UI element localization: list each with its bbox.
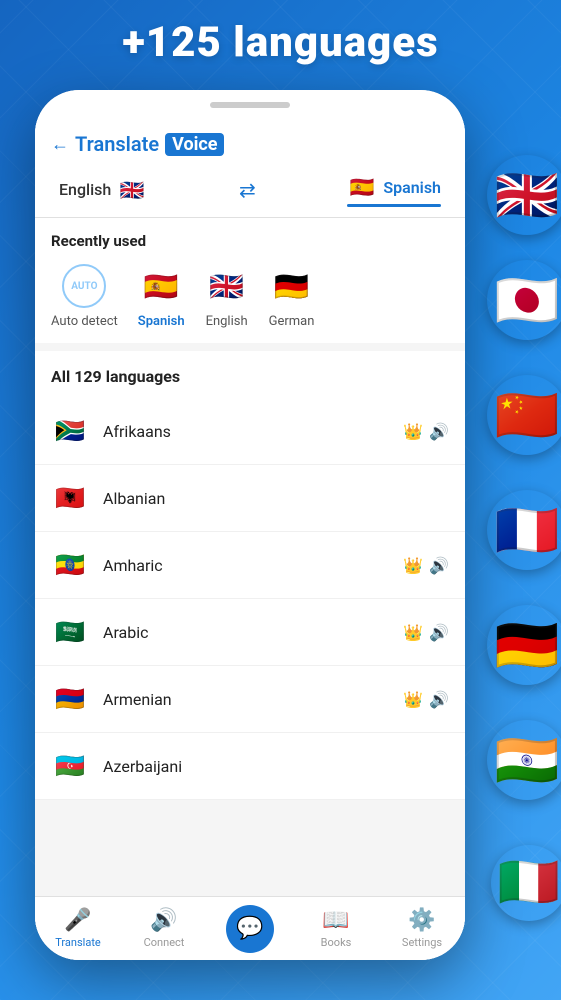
arabic-flag: 🇸🇦 bbox=[51, 613, 89, 651]
recently-used-label: Recently used bbox=[51, 232, 449, 250]
back-button[interactable]: ← bbox=[51, 134, 69, 155]
app-title-translate: Translate bbox=[75, 132, 159, 156]
arabic-name: Arabic bbox=[103, 623, 389, 642]
list-item-afrikaans[interactable]: 🇿🇦 Afrikaans 👑 🔊 bbox=[35, 398, 465, 465]
armenian-name: Armenian bbox=[103, 690, 389, 709]
afrikaans-flag: 🇿🇦 bbox=[51, 412, 89, 450]
target-language-name: Spanish bbox=[383, 178, 441, 197]
armenian-badges: 👑 🔊 bbox=[403, 690, 449, 709]
phone-dots bbox=[210, 102, 290, 108]
all-languages-header: All 129 languages bbox=[35, 351, 465, 398]
azerbaijani-name: Azerbaijani bbox=[103, 757, 435, 776]
voice-icon: 🔊 bbox=[429, 623, 449, 642]
nav-settings[interactable]: ⚙️ Settings bbox=[379, 908, 465, 949]
settings-nav-icon: ⚙️ bbox=[408, 908, 435, 933]
swap-languages-button[interactable]: ⇄ bbox=[239, 178, 256, 202]
list-item-armenian[interactable]: 🇦🇲 Armenian 👑 🔊 bbox=[35, 666, 465, 733]
afrikaans-badges: 👑 🔊 bbox=[403, 422, 449, 441]
crown-icon: 👑 bbox=[403, 556, 423, 575]
nav-translate[interactable]: 🎤 Translate bbox=[35, 908, 121, 949]
voice-icon: 🔊 bbox=[429, 422, 449, 441]
spanish-label: Spanish bbox=[138, 314, 185, 329]
list-item-arabic[interactable]: 🇸🇦 Arabic 👑 🔊 bbox=[35, 599, 465, 666]
app-title-row: ← Translate Voice bbox=[51, 132, 449, 156]
connect-nav-label: Connect bbox=[144, 936, 185, 949]
bottom-navigation: 🎤 Translate 🔊 Connect 💬 📖 Books ⚙️ Setti… bbox=[35, 896, 465, 960]
recent-item-german[interactable]: 🇩🇪 German bbox=[269, 264, 315, 329]
source-language-name: English bbox=[59, 180, 111, 199]
main-content: Recently used AUTO Auto detect 🇪🇸 Spanis… bbox=[35, 218, 465, 960]
active-tab-underline bbox=[347, 204, 441, 207]
english-flag: 🇬🇧 bbox=[205, 264, 249, 308]
floating-flag-china: 🇨🇳 bbox=[487, 375, 561, 455]
azerbaijani-flag: 🇦🇿 bbox=[51, 747, 89, 785]
spanish-flag: 🇪🇸 bbox=[139, 264, 183, 308]
target-language-selector[interactable]: 🇪🇸 Spanish bbox=[339, 166, 449, 213]
auto-detect-icon: AUTO bbox=[62, 264, 106, 308]
app-header: ← Translate Voice English 🇬🇧 ⇄ bbox=[35, 120, 465, 218]
source-language-selector[interactable]: English 🇬🇧 bbox=[51, 169, 155, 211]
recent-items-list: AUTO Auto detect 🇪🇸 Spanish 🇬🇧 English bbox=[51, 264, 449, 329]
amharic-badges: 👑 🔊 bbox=[403, 556, 449, 575]
voice-icon: 🔊 bbox=[429, 690, 449, 709]
german-flag: 🇩🇪 bbox=[270, 264, 314, 308]
app-title-voice: Voice bbox=[165, 133, 224, 156]
afrikaans-name: Afrikaans bbox=[103, 422, 389, 441]
nav-chat[interactable]: 💬 bbox=[207, 905, 293, 953]
books-nav-label: Books bbox=[321, 936, 352, 949]
recent-item-auto[interactable]: AUTO Auto detect bbox=[51, 264, 118, 329]
armenian-flag: 🇦🇲 bbox=[51, 680, 89, 718]
app-content: ← Translate Voice English 🇬🇧 ⇄ bbox=[35, 120, 465, 960]
crown-icon: 👑 bbox=[403, 690, 423, 709]
connect-nav-icon: 🔊 bbox=[150, 908, 177, 933]
all-languages-section: All 129 languages 🇿🇦 Afrikaans 👑 🔊 🇦🇱 Al… bbox=[35, 351, 465, 800]
chat-center-button[interactable]: 💬 bbox=[226, 905, 274, 953]
chat-icon: 💬 bbox=[236, 916, 263, 941]
amharic-name: Amharic bbox=[103, 556, 389, 575]
list-item-azerbaijani[interactable]: 🇦🇿 Azerbaijani bbox=[35, 733, 465, 800]
albanian-name: Albanian bbox=[103, 489, 435, 508]
translate-nav-label: Translate bbox=[55, 936, 101, 949]
source-flag: 🇬🇧 bbox=[117, 175, 147, 205]
floating-flag-france: 🇫🇷 bbox=[487, 490, 561, 570]
recent-item-spanish[interactable]: 🇪🇸 Spanish bbox=[138, 264, 185, 329]
crown-icon: 👑 bbox=[403, 422, 423, 441]
amharic-flag: 🇪🇹 bbox=[51, 546, 89, 584]
header-title: +125 languages bbox=[0, 18, 561, 67]
books-nav-icon: 📖 bbox=[322, 908, 349, 933]
albanian-flag: 🇦🇱 bbox=[51, 479, 89, 517]
floating-flag-germany: 🇩🇪 bbox=[487, 605, 561, 685]
german-label: German bbox=[269, 314, 315, 329]
floating-flag-italy: 🇮🇹 bbox=[491, 845, 561, 921]
translate-nav-icon: 🎤 bbox=[64, 908, 91, 933]
target-flag: 🇪🇸 bbox=[347, 172, 377, 202]
auto-detect-label: Auto detect bbox=[51, 314, 118, 329]
voice-icon: 🔊 bbox=[429, 556, 449, 575]
floating-flag-japan: 🇯🇵 bbox=[487, 260, 561, 340]
settings-nav-label: Settings bbox=[402, 936, 442, 949]
arabic-badges: 👑 🔊 bbox=[403, 623, 449, 642]
phone-top bbox=[35, 90, 465, 120]
floating-flag-india: 🇮🇳 bbox=[487, 720, 561, 800]
crown-icon: 👑 bbox=[403, 623, 423, 642]
list-item-amharic[interactable]: 🇪🇹 Amharic 👑 🔊 bbox=[35, 532, 465, 599]
recently-used-section: Recently used AUTO Auto detect 🇪🇸 Spanis… bbox=[35, 218, 465, 343]
language-selector-row: English 🇬🇧 ⇄ 🇪🇸 Spanish bbox=[51, 166, 449, 217]
english-label: English bbox=[206, 314, 248, 329]
list-item-albanian[interactable]: 🇦🇱 Albanian bbox=[35, 465, 465, 532]
nav-connect[interactable]: 🔊 Connect bbox=[121, 908, 207, 949]
recent-item-english[interactable]: 🇬🇧 English bbox=[205, 264, 249, 329]
nav-books[interactable]: 📖 Books bbox=[293, 908, 379, 949]
floating-flag-uk: 🇬🇧 bbox=[487, 155, 561, 235]
phone-frame: ← Translate Voice English 🇬🇧 ⇄ bbox=[35, 90, 465, 960]
